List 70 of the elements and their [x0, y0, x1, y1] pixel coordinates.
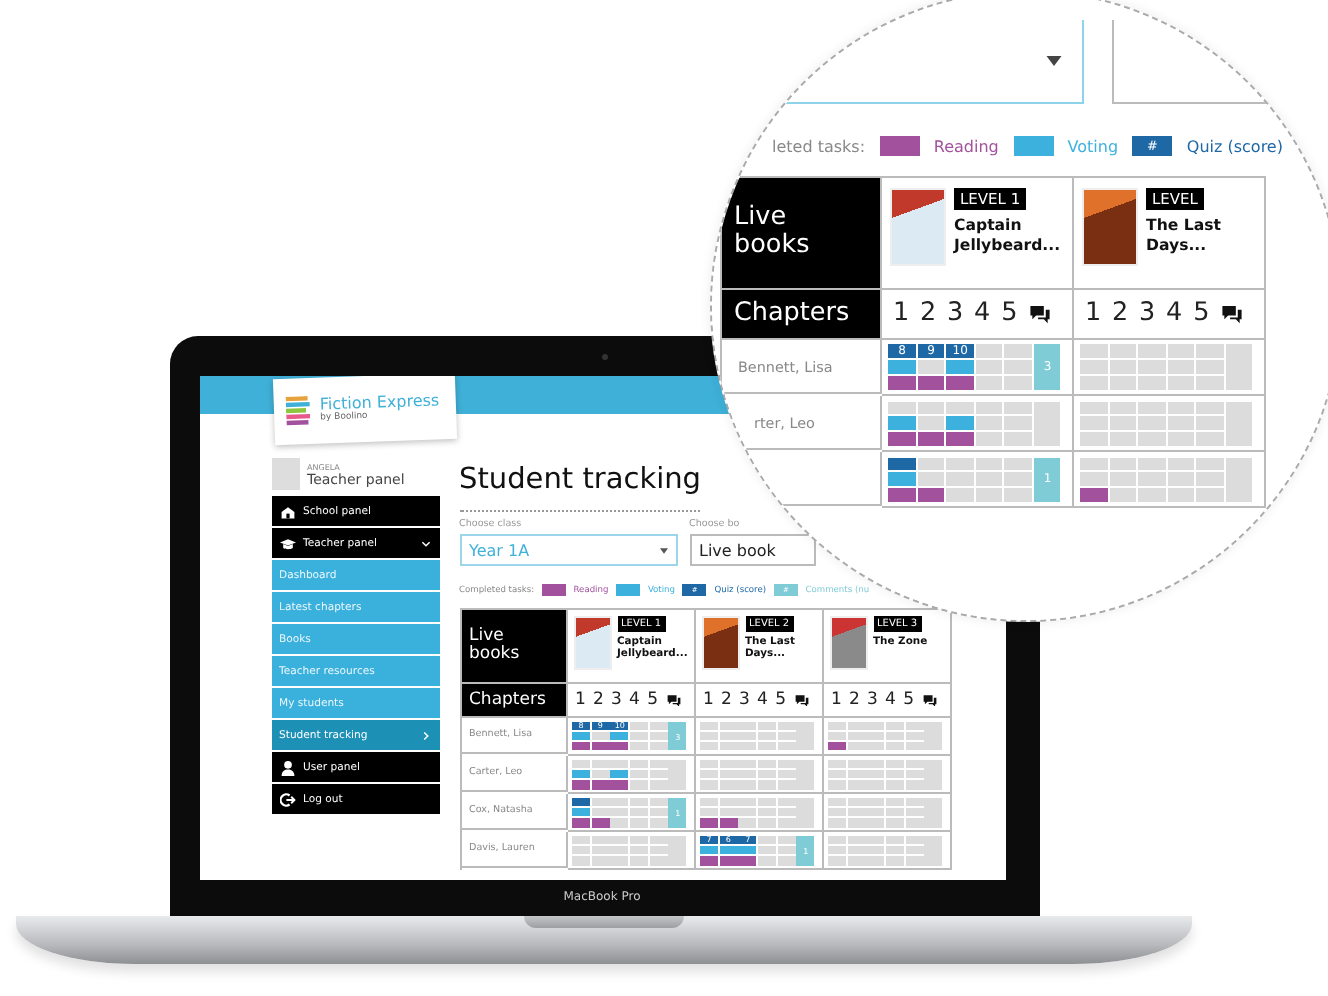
chapter-number: 2: [593, 690, 604, 710]
corner-header: Live books: [722, 178, 881, 289]
legend-label: leted tasks:: [772, 137, 866, 155]
chapter-number: 5: [1193, 298, 1210, 329]
comments-icon: [793, 693, 810, 707]
legend-text: Reading: [933, 137, 999, 155]
book-cover: [1082, 187, 1137, 266]
book-cover: [890, 187, 945, 266]
chapter-number: 1: [1085, 298, 1102, 329]
chapter-number: 4: [757, 690, 768, 710]
chapter-number: 2: [1112, 298, 1129, 329]
legend-text: Voting: [1067, 137, 1119, 155]
dropdown[interactable]: Year 1A: [459, 534, 677, 566]
chapter-number: 5: [903, 690, 914, 710]
chapter-number: 5: [775, 690, 786, 710]
graduation-cap-icon: [279, 535, 295, 551]
comment-empty-square: [1225, 344, 1253, 390]
comment-empty-square: [924, 835, 943, 866]
comment-empty-square: [796, 759, 815, 790]
comment-empty-square: [796, 721, 815, 751]
comment-empty-square: [668, 835, 687, 866]
chapters-header: Chapters: [722, 289, 881, 340]
user-icon: [279, 759, 295, 775]
comments-icon: [921, 693, 938, 707]
chapter-number: 1: [893, 298, 910, 329]
legend-text: Quiz (score): [1186, 137, 1283, 155]
dropdown[interactable]: Live book: [689, 534, 815, 566]
comments-icon: [1028, 303, 1053, 324]
chapter-number: 5: [647, 690, 658, 710]
comments-icon: [1220, 303, 1245, 324]
page-title: Student tracking: [459, 464, 702, 496]
chapter-number: 1: [703, 690, 714, 710]
school-icon: [279, 503, 295, 519]
avatar-placeholder: [271, 458, 299, 490]
chevron-right-icon: [419, 729, 431, 741]
corner-header: Live books: [461, 610, 567, 684]
chapter-number: 2: [721, 690, 732, 710]
book-cover: [573, 616, 611, 670]
caret-down-icon: [659, 547, 667, 553]
chapter-number: 2: [849, 690, 860, 710]
chapter-number: 4: [974, 298, 991, 329]
chapter-number: 4: [1166, 298, 1183, 329]
comment-empty-square: [796, 797, 815, 828]
comment-empty-square: [924, 797, 943, 828]
logo-title: Fiction Express: [318, 393, 439, 414]
chapter-number: 3: [739, 690, 750, 710]
chapters-header: Chapters: [461, 684, 567, 718]
book-cover: [829, 616, 867, 670]
chapter-number: 2: [920, 298, 937, 329]
comment-empty-square: [1225, 401, 1253, 446]
comments-icon: [665, 693, 682, 707]
logout-icon: [279, 791, 295, 807]
comment-empty-square: [1033, 401, 1061, 446]
chapter-number: 1: [575, 690, 586, 710]
chapter-number: 3: [947, 298, 964, 329]
chapter-number: 3: [611, 690, 622, 710]
book-cover: [701, 616, 739, 670]
comment-empty-square: [668, 759, 687, 790]
comment-empty-square: [924, 721, 943, 751]
chapter-number: 5: [1001, 298, 1018, 329]
chapter-number: 3: [867, 690, 878, 710]
caret-down-icon: [1045, 56, 1062, 66]
comment-empty-square: [1225, 457, 1253, 502]
camera-icon: [601, 354, 607, 360]
books-logo-icon: [284, 394, 310, 428]
chapter-number: 3: [1139, 298, 1156, 329]
chapter-number: 4: [885, 690, 896, 710]
chapter-number: 1: [831, 690, 842, 710]
comment-empty-square: [924, 759, 943, 790]
chapter-number: 4: [629, 690, 640, 710]
